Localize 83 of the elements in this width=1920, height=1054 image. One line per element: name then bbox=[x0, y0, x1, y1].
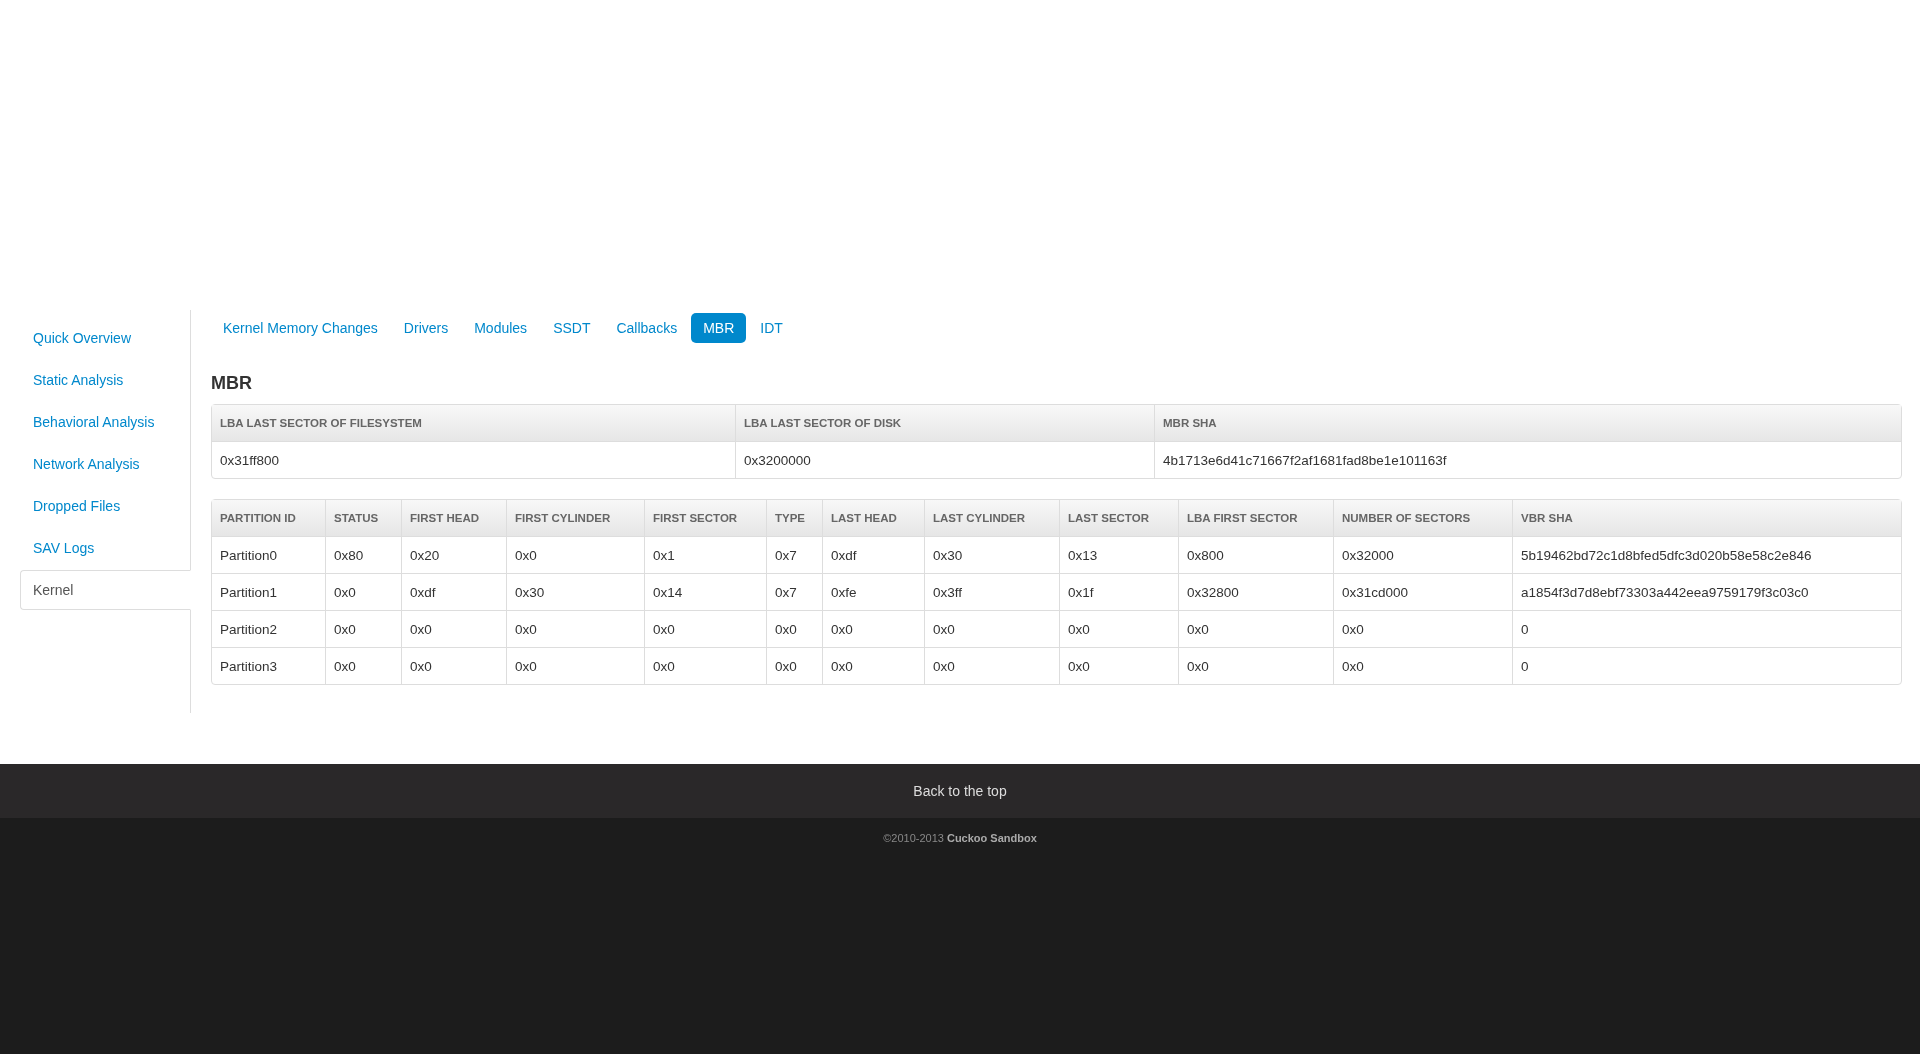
table-cell: 0x0 bbox=[506, 647, 644, 684]
table-cell: 0x0 bbox=[924, 647, 1059, 684]
column-header: LBA FIRST SECTOR bbox=[1178, 500, 1333, 536]
table-cell: 0x32000 bbox=[1333, 536, 1512, 573]
back-to-top-link[interactable]: Back to the top bbox=[913, 783, 1007, 799]
table-cell: 0x30 bbox=[924, 536, 1059, 573]
column-header: FIRST CYLINDER bbox=[506, 500, 644, 536]
tab[interactable]: Callbacks bbox=[604, 313, 690, 343]
table-cell: 0xfe bbox=[822, 573, 924, 610]
table-cell: 0x0 bbox=[644, 647, 766, 684]
table-cell: 0x0 bbox=[1059, 610, 1178, 647]
column-header: FIRST HEAD bbox=[401, 500, 506, 536]
table-cell: 0xdf bbox=[822, 536, 924, 573]
table-cell: Partition1 bbox=[212, 573, 325, 610]
column-header: FIRST SECTOR bbox=[644, 500, 766, 536]
sidebar-item[interactable]: Static Analysis bbox=[20, 360, 191, 400]
table-cell: 0x0 bbox=[644, 610, 766, 647]
sidebar-item[interactable]: Network Analysis bbox=[20, 444, 191, 484]
table-cell: 0x1 bbox=[644, 536, 766, 573]
table-cell: 0x800 bbox=[1178, 536, 1333, 573]
column-header: STATUS bbox=[325, 500, 401, 536]
table-cell: 0x3200000 bbox=[735, 441, 1154, 478]
table-cell: 0x0 bbox=[325, 573, 401, 610]
column-header: VBR SHA bbox=[1512, 500, 1901, 536]
column-header: LAST HEAD bbox=[822, 500, 924, 536]
tab[interactable]: IDT bbox=[748, 313, 795, 343]
table-cell: Partition2 bbox=[212, 610, 325, 647]
table-cell: 4b1713e6d41c71667f2af1681fad8be1e101163f bbox=[1154, 441, 1901, 478]
sidebar-item[interactable]: Quick Overview bbox=[20, 318, 191, 358]
column-header: TYPE bbox=[766, 500, 822, 536]
table-cell: Partition3 bbox=[212, 647, 325, 684]
table-cell: 5b19462bd72c1d8bfed5dfc3d020b58e58c2e846 bbox=[1512, 536, 1901, 573]
tab[interactable]: Kernel Memory Changes bbox=[211, 313, 390, 343]
column-header: MBR SHA bbox=[1154, 405, 1901, 441]
table-cell: 0x31ff800 bbox=[212, 441, 735, 478]
sidebar-item[interactable]: SAV Logs bbox=[20, 528, 191, 568]
table-cell: Partition0 bbox=[212, 536, 325, 573]
table-cell: 0x13 bbox=[1059, 536, 1178, 573]
sidebar-item[interactable]: Behavioral Analysis bbox=[20, 402, 191, 442]
sidebar-item[interactable]: Dropped Files bbox=[20, 486, 191, 526]
table-cell: 0x0 bbox=[924, 610, 1059, 647]
table-cell: 0x31cd000 bbox=[1333, 573, 1512, 610]
column-header: LBA LAST SECTOR OF DISK bbox=[735, 405, 1154, 441]
table-cell: 0x20 bbox=[401, 536, 506, 573]
table-cell: 0x0 bbox=[506, 610, 644, 647]
table-cell: 0x14 bbox=[644, 573, 766, 610]
column-header: NUMBER OF SECTORS bbox=[1333, 500, 1512, 536]
table-cell: 0x32800 bbox=[1178, 573, 1333, 610]
table-cell: 0xdf bbox=[401, 573, 506, 610]
table-cell: a1854f3d7d8ebf73303a442eea9759179f3c03c0 bbox=[1512, 573, 1901, 610]
table-cell: 0x1f bbox=[1059, 573, 1178, 610]
table-cell: 0x0 bbox=[822, 610, 924, 647]
table-cell: 0x0 bbox=[506, 536, 644, 573]
column-header: LAST SECTOR bbox=[1059, 500, 1178, 536]
tab[interactable]: Modules bbox=[462, 313, 540, 343]
table-cell: 0x0 bbox=[1178, 647, 1333, 684]
table-cell: 0x0 bbox=[822, 647, 924, 684]
tab[interactable]: SSDT bbox=[541, 313, 603, 343]
table-cell: 0x0 bbox=[401, 610, 506, 647]
column-header: LAST CYLINDER bbox=[924, 500, 1059, 536]
column-header: PARTITION ID bbox=[212, 500, 325, 536]
table-cell: 0x3ff bbox=[924, 573, 1059, 610]
tab[interactable]: Drivers bbox=[391, 313, 461, 343]
table-cell: 0x7 bbox=[766, 573, 822, 610]
section-heading: MBR bbox=[211, 373, 253, 394]
table-cell: 0x0 bbox=[325, 610, 401, 647]
table-cell: 0 bbox=[1512, 610, 1901, 647]
table-cell: 0x0 bbox=[1333, 647, 1512, 684]
table-cell: 0x0 bbox=[1059, 647, 1178, 684]
tab[interactable]: MBR bbox=[691, 313, 747, 343]
copyright-text: ©2010-2013 Cuckoo Sandbox bbox=[883, 832, 1037, 846]
table-cell: 0x30 bbox=[506, 573, 644, 610]
sidebar-item[interactable]: Kernel bbox=[20, 570, 191, 610]
table-cell: 0 bbox=[1512, 647, 1901, 684]
table-cell: 0x0 bbox=[1333, 610, 1512, 647]
table-cell: 0x0 bbox=[766, 610, 822, 647]
table-cell: 0x0 bbox=[766, 647, 822, 684]
table-cell: 0x7 bbox=[766, 536, 822, 573]
table-cell: 0x0 bbox=[401, 647, 506, 684]
column-header: LBA LAST SECTOR OF FILESYSTEM bbox=[212, 405, 735, 441]
table-cell: 0x80 bbox=[325, 536, 401, 573]
table-cell: 0x0 bbox=[1178, 610, 1333, 647]
table-cell: 0x0 bbox=[325, 647, 401, 684]
